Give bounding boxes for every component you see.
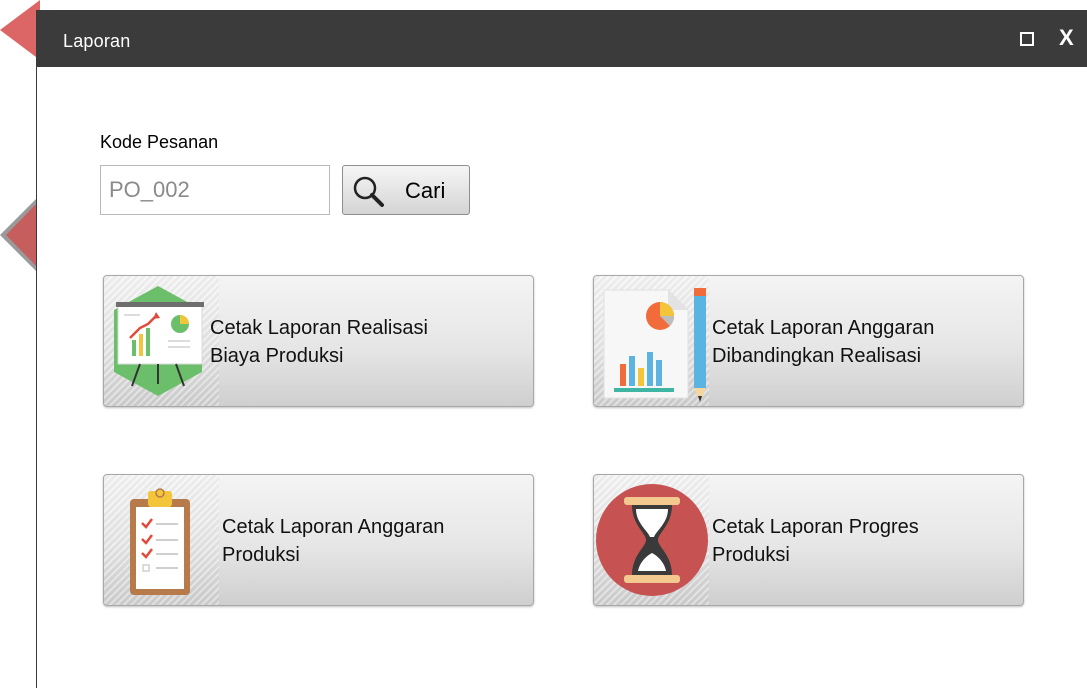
print-production-progress-label: Cetak Laporan Progres Produksi: [712, 516, 919, 566]
search-button-label: Cari: [405, 178, 446, 203]
print-budget-vs-realization-button[interactable]: Cetak Laporan Anggaran Dibandingkan Real…: [593, 275, 1024, 407]
presentation-chart-icon: [114, 286, 204, 396]
close-icon[interactable]: X: [1059, 25, 1074, 51]
order-code-input[interactable]: [100, 165, 330, 215]
print-production-progress-button[interactable]: Cetak Laporan Progres Produksi: [593, 474, 1024, 606]
title-bar: Laporan X: [37, 10, 1087, 67]
print-production-budget-button[interactable]: Cetak Laporan Anggaran Produksi: [103, 474, 534, 606]
hourglass-icon: [596, 484, 708, 596]
report-window: Laporan X Kode Pesanan Cari: [36, 10, 1087, 688]
search-button[interactable]: Cari: [342, 165, 470, 215]
clipboard-checklist-icon: [130, 488, 190, 595]
maximize-icon[interactable]: [1020, 32, 1034, 46]
print-production-budget-label: Cetak Laporan Anggaran Produksi: [222, 516, 445, 566]
print-realization-cost-button[interactable]: Cetak Laporan Realisasi Biaya Produksi: [103, 275, 534, 407]
window-title: Laporan: [63, 31, 131, 51]
order-code-label: Kode Pesanan: [100, 132, 219, 152]
background-arrow-decoration: [0, 0, 40, 275]
print-budget-vs-realization-label: Cetak Laporan Anggaran Dibandingkan Real…: [712, 317, 935, 367]
document-chart-pencil-icon: [603, 288, 706, 402]
print-realization-cost-label: Cetak Laporan Realisasi Biaya Produksi: [210, 317, 428, 367]
magnifier-icon: [353, 176, 384, 207]
